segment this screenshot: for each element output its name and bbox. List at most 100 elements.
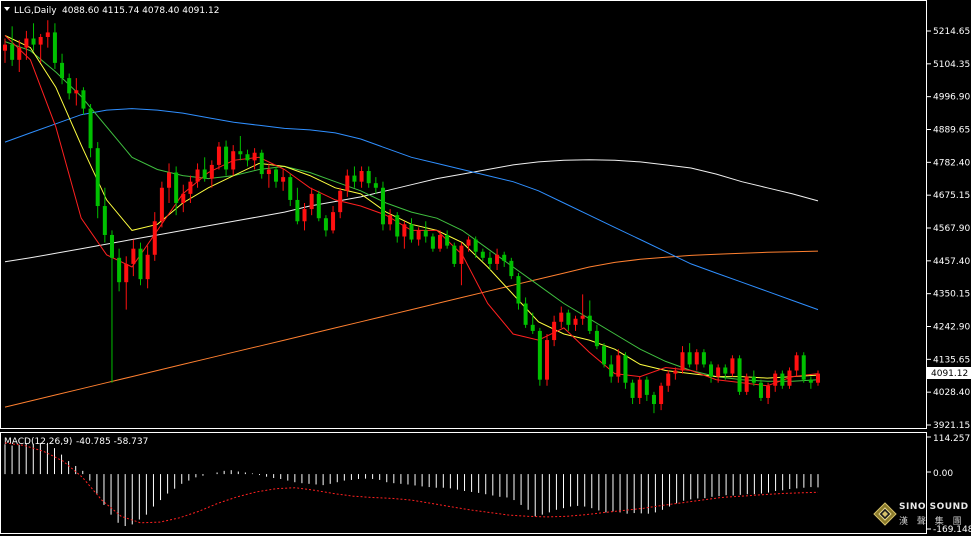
candle-body — [794, 355, 799, 371]
candle-body — [352, 175, 357, 182]
candle-body — [331, 212, 336, 231]
candle-body — [430, 236, 435, 249]
candle-body — [523, 303, 528, 325]
candle-body — [95, 148, 100, 207]
candle-body — [74, 90, 79, 94]
candle-body — [623, 355, 628, 383]
ohlc-readout: 4088.60 4115.74 4078.40 4091.12 — [62, 6, 219, 16]
candle-body — [459, 245, 464, 264]
price-tick-label: 4457.40 — [933, 257, 970, 267]
candle-body — [209, 164, 214, 179]
candle-body — [659, 385, 664, 405]
candle-body — [495, 254, 500, 264]
candle-body — [274, 169, 278, 182]
price-tick-label: 4782.40 — [933, 158, 970, 168]
candle-body — [38, 36, 43, 45]
candle-body — [602, 346, 607, 365]
candle-body — [452, 245, 457, 264]
candle-body — [416, 230, 421, 240]
candle-body — [801, 355, 806, 380]
candle-body — [309, 193, 314, 210]
candle-body — [552, 321, 557, 341]
candle-body — [202, 169, 207, 179]
candle-body — [109, 234, 114, 258]
candle-body — [445, 234, 450, 246]
candle-body — [651, 394, 656, 405]
chart-canvas[interactable]: LLG,Daily 4088.60 4115.74 4078.40 4091.1… — [0, 0, 971, 536]
candle-body — [730, 358, 735, 374]
price-tick-label: 4567.90 — [933, 224, 970, 234]
candle-body — [758, 382, 763, 398]
candle-body — [88, 108, 93, 149]
candle-body — [516, 276, 521, 304]
candle-body — [545, 340, 549, 380]
candle-body — [181, 193, 186, 203]
candle-body — [17, 47, 22, 60]
candle-body — [252, 152, 257, 161]
candle-body — [537, 330, 542, 380]
candle-body — [609, 364, 614, 377]
candle-body — [316, 193, 321, 219]
candle-body — [580, 315, 585, 319]
candle-body — [502, 254, 507, 261]
candle-body — [288, 177, 293, 200]
candle-body — [31, 38, 36, 45]
current-price-label: 4091.12 — [931, 369, 968, 379]
candle-body — [359, 171, 364, 182]
candle-body — [751, 376, 756, 383]
candle-body — [816, 373, 820, 383]
candle-body — [323, 218, 328, 231]
candle-body — [438, 234, 443, 249]
candle-body — [373, 183, 378, 188]
price-tick-label: 4675.15 — [933, 191, 970, 201]
candle-body — [366, 171, 371, 184]
candle-body — [423, 230, 428, 237]
candle-body — [159, 187, 164, 222]
candle-body — [117, 257, 122, 283]
candle-body — [573, 318, 578, 325]
price-tick-label: 5214.65 — [933, 27, 970, 37]
candle-body — [231, 151, 236, 170]
candle-body — [630, 382, 635, 398]
price-tick-label: 4028.40 — [933, 388, 970, 398]
candle-body — [680, 352, 685, 371]
candle-body — [395, 215, 400, 237]
candle-body — [388, 215, 393, 225]
candle-body — [45, 32, 50, 37]
logo-brand-text: SINO SOUND — [899, 502, 969, 512]
candle-body — [473, 239, 478, 252]
candle-body — [694, 352, 699, 365]
macd-axis-top: 114.257 — [933, 434, 970, 444]
price-tick-label: 4350.15 — [933, 290, 970, 300]
candle-body — [530, 324, 535, 331]
candle-body — [644, 379, 649, 395]
candle-body — [295, 199, 300, 222]
candle-body — [666, 373, 671, 386]
candle-body — [480, 251, 485, 258]
candle-body — [808, 379, 813, 383]
sino-sound-logo: SINO SOUND 漢 聲 集 團 — [873, 500, 969, 534]
candle-body — [566, 312, 571, 325]
candle-body — [24, 38, 29, 48]
candle-body — [780, 373, 785, 386]
candle-body — [338, 190, 343, 213]
candle-body — [380, 187, 385, 225]
candle-body — [281, 177, 286, 182]
logo-chinese-text: 漢 聲 集 團 — [899, 517, 965, 527]
candle-body — [152, 221, 157, 255]
candle-body — [145, 254, 150, 280]
candle-body — [60, 62, 65, 79]
candle-body — [52, 32, 57, 63]
candle-body — [302, 209, 307, 222]
candle-body — [723, 367, 728, 374]
price-tick-label: 3921.15 — [933, 421, 970, 431]
candle-body — [594, 330, 599, 347]
candle-body — [138, 248, 143, 280]
candle-body — [67, 78, 72, 94]
symbol-label[interactable]: LLG,Daily — [14, 6, 57, 16]
candle-body — [216, 146, 221, 165]
diamond-logo-icon — [873, 502, 897, 526]
candle-body — [587, 315, 592, 331]
candle-body — [787, 370, 792, 386]
candle-body — [124, 263, 129, 283]
